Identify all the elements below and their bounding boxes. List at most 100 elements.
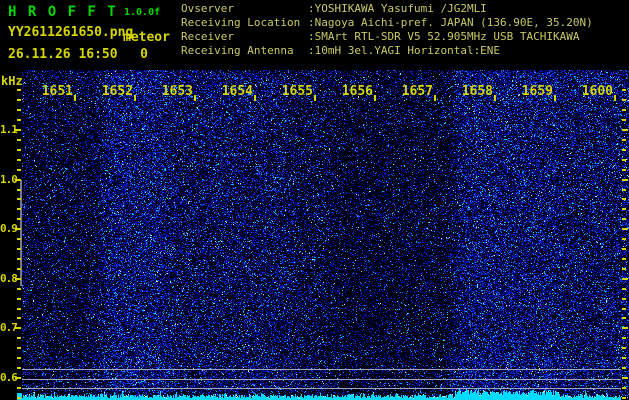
freq-tick-left xyxy=(17,367,21,369)
time-tick-label: 1656 xyxy=(341,84,373,99)
freq-tick-right xyxy=(622,129,628,131)
time-tick-label: 1651 xyxy=(41,84,73,99)
freq-tick-left xyxy=(17,298,21,300)
freq-tick-label: 1.0 xyxy=(0,173,18,186)
time-tick-mark xyxy=(314,95,316,101)
freq-tick-right xyxy=(622,357,626,359)
freq-tick-right xyxy=(622,367,626,369)
freq-tick-right xyxy=(622,248,626,250)
freq-tick-left xyxy=(17,109,21,111)
info-row: Receiving Location :Nagoya Aichi-pref. JA… xyxy=(181,16,593,30)
info-row-value: :SMArt RTL-SDR V5 52.905MHz USB TACHIKAW… xyxy=(308,30,580,43)
freq-tick-left xyxy=(17,337,21,339)
freq-tick-right xyxy=(622,278,628,280)
freq-tick-left xyxy=(17,317,21,319)
freq-tick-right xyxy=(622,198,626,200)
freq-tick-left xyxy=(17,258,21,260)
info-row-label: Ovserver xyxy=(181,2,234,15)
freq-tick-right xyxy=(622,159,626,161)
freq-tick-right xyxy=(622,317,626,319)
freq-tick-right xyxy=(622,337,626,339)
freq-tick-right xyxy=(622,139,626,141)
station-info-block: Ovserver:YOSHIKAWA Yasufumi /JG2MLI Recei… xyxy=(181,2,593,58)
info-row: Ovserver :YOSHIKAWA Yasufumi /JG2MLI xyxy=(181,2,593,16)
freq-tick-label: 1.1 xyxy=(0,123,18,136)
freq-tick-left xyxy=(17,149,21,151)
freq-tick-left xyxy=(17,169,21,171)
time-tick-label: 1653 xyxy=(161,84,193,99)
freq-tick-right xyxy=(622,327,628,329)
mode-label: meteor xyxy=(123,30,170,45)
freq-tick-left xyxy=(17,208,21,210)
freq-tick-left xyxy=(17,248,21,250)
info-row-value: :YOSHIKAWA Yasufumi /JG2MLI xyxy=(308,2,487,15)
time-tick-label: 1655 xyxy=(281,84,313,99)
freq-tick-left xyxy=(17,189,21,191)
time-tick-mark xyxy=(74,95,76,101)
freq-tick-right xyxy=(622,397,626,399)
spectrogram-canvas xyxy=(22,70,629,400)
left-edge-marker-line xyxy=(20,180,22,286)
app-version-label: 1.0.0f xyxy=(124,7,161,18)
freq-tick-right xyxy=(622,179,628,181)
freq-tick-right xyxy=(622,89,626,91)
freq-tick-left xyxy=(17,387,21,389)
freq-tick-left xyxy=(17,139,21,141)
freq-tick-left xyxy=(17,99,21,101)
freq-tick-right xyxy=(622,288,626,290)
freq-tick-right xyxy=(622,347,626,349)
time-tick-mark xyxy=(134,95,136,101)
info-row-value: :Nagoya Aichi-pref. JAPAN (136.90E, 35.2… xyxy=(308,16,593,29)
time-tick-mark xyxy=(494,95,496,101)
time-tick-label: 1600 xyxy=(581,84,613,99)
freq-tick-left xyxy=(17,347,21,349)
timestamp-label: 26.11.26 16:50 xyxy=(8,47,118,62)
freq-tick-label: 0.8 xyxy=(0,272,18,285)
freq-tick-right xyxy=(622,387,626,389)
freq-tick-left xyxy=(17,218,21,220)
time-tick-mark xyxy=(434,95,436,101)
freq-tick-right xyxy=(622,99,626,101)
info-row: Receiving Antenna :10mH 3el.YAGI Horizont… xyxy=(181,44,593,58)
info-row-value: :10mH 3el.YAGI Horizontal:ENE xyxy=(308,44,501,57)
freq-tick-right xyxy=(622,268,626,270)
time-tick-mark xyxy=(554,95,556,101)
freq-tick-left xyxy=(17,159,21,161)
freq-tick-right xyxy=(622,228,628,230)
freq-tick-right xyxy=(622,189,626,191)
freq-tick-right xyxy=(622,109,626,111)
time-tick-mark xyxy=(374,95,376,101)
freq-tick-label: 0.6 xyxy=(0,371,18,384)
freq-tick-right xyxy=(622,208,626,210)
time-tick-mark xyxy=(614,95,616,101)
freq-tick-right xyxy=(622,218,626,220)
time-tick-mark xyxy=(194,95,196,101)
info-row-label: Receiving Location xyxy=(181,16,301,29)
info-row-label: Receiving Antenna xyxy=(181,44,294,57)
hrofft-output-image: H R O F F T 1.0.0f YY2611261650.png 26.1… xyxy=(0,0,629,400)
freq-tick-right xyxy=(622,258,626,260)
freq-tick-left xyxy=(17,357,21,359)
freq-tick-left xyxy=(17,119,21,121)
freq-tick-right xyxy=(622,169,626,171)
freq-tick-right xyxy=(622,308,626,310)
frequency-axis-unit-label: kHz xyxy=(1,74,23,88)
freq-tick-left xyxy=(17,238,21,240)
time-tick-mark xyxy=(254,95,256,101)
freq-tick-right xyxy=(622,377,628,379)
time-tick-label: 1652 xyxy=(101,84,133,99)
freq-tick-right xyxy=(622,119,626,121)
freq-tick-label: 0.7 xyxy=(0,321,18,334)
time-tick-label: 1659 xyxy=(521,84,553,99)
time-tick-label: 1658 xyxy=(461,84,493,99)
freq-tick-left xyxy=(17,397,21,399)
info-row: Receiver:SMArt RTL-SDR V5 52.905MHz USB … xyxy=(181,30,593,44)
meteor-echo-count: 0 xyxy=(140,47,148,62)
time-tick-label: 1654 xyxy=(221,84,253,99)
time-tick-label: 1657 xyxy=(401,84,433,99)
freq-tick-label: 0.9 xyxy=(0,222,18,235)
freq-tick-left xyxy=(17,288,21,290)
freq-tick-right xyxy=(622,149,626,151)
freq-tick-left xyxy=(17,308,21,310)
app-title: H R O F F T xyxy=(8,4,118,20)
